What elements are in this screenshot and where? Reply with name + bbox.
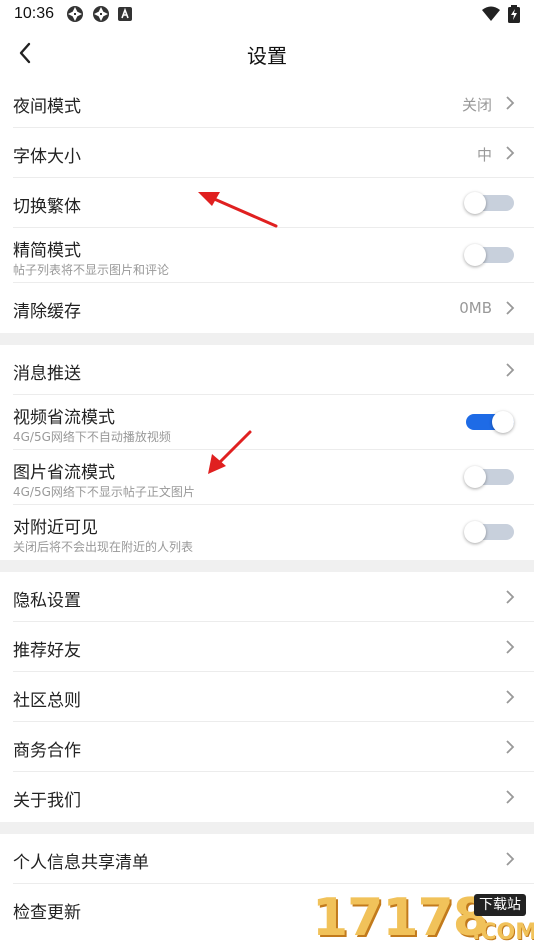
lite-mode-toggle[interactable]	[464, 244, 514, 266]
watermark-domain: .COM	[472, 920, 534, 945]
watermark-number: 17178	[312, 888, 489, 948]
chevron-right-icon	[506, 301, 515, 315]
video-data-saver-toggle[interactable]	[464, 411, 514, 433]
row-label: 对附近可见	[13, 518, 98, 538]
row-label: 关于我们	[13, 791, 81, 811]
clear-cache-row[interactable]: 清除缓存 0MB	[13, 283, 534, 333]
row-label: 商务合作	[13, 741, 81, 761]
row-label: 夜间模式	[13, 97, 81, 117]
watermark-tag: 下载站	[474, 894, 526, 916]
row-label: 个人信息共享清单	[13, 853, 149, 873]
watermark-logo: 17178 下载站 .COM	[306, 886, 534, 950]
row-label: 字体大小	[13, 147, 81, 167]
image-data-saver-toggle[interactable]	[464, 466, 514, 488]
row-label: 视频省流模式	[13, 408, 115, 428]
row-subtitle: 帖子列表将不显示图片和评论	[13, 263, 170, 277]
row-subtitle: 4G/5G网络下不显示帖子正文图片	[13, 485, 195, 499]
system-icons	[482, 5, 520, 23]
community-rules-row[interactable]: 社区总则	[13, 672, 534, 722]
image-data-saver-row: 图片省流模式 4G/5G网络下不显示帖子正文图片	[13, 450, 534, 505]
night-mode-row[interactable]: 夜间模式 关闭	[13, 78, 534, 128]
personal-info-sharing-row[interactable]: 个人信息共享清单	[13, 834, 534, 884]
aperture-icon	[93, 6, 110, 22]
nav-bar: 设置	[0, 28, 534, 78]
row-label: 推荐好友	[13, 641, 81, 661]
chevron-right-icon	[506, 363, 515, 377]
chevron-right-icon	[506, 640, 515, 654]
font-size-row[interactable]: 字体大小 中	[13, 128, 534, 178]
about-us-row[interactable]: 关于我们	[13, 772, 534, 822]
aperture-icon	[67, 6, 84, 22]
app-a-icon	[118, 7, 133, 21]
status-time: 10:36	[14, 5, 55, 22]
row-value: 中	[476, 146, 492, 164]
chevron-right-icon	[506, 96, 515, 110]
settings-list: 夜间模式 关闭 字体大小 中 切换繁体 精简模式 帖子列表将不显示图片和评论 清…	[0, 78, 534, 934]
row-label: 图片省流模式	[13, 463, 115, 483]
row-label: 社区总则	[13, 691, 81, 711]
nearby-visible-row: 对附近可见 关闭后将不会出现在附近的人列表	[13, 505, 534, 560]
chevron-right-icon	[506, 740, 515, 754]
page-title: 设置	[247, 44, 287, 68]
video-data-saver-row: 视频省流模式 4G/5G网络下不自动播放视频	[13, 395, 534, 450]
lite-mode-row: 精简模式 帖子列表将不显示图片和评论	[13, 228, 534, 283]
row-label: 清除缓存	[13, 302, 81, 322]
notification-icons	[66, 5, 133, 23]
battery-charging-icon	[508, 5, 520, 23]
business-cooperation-row[interactable]: 商务合作	[13, 722, 534, 772]
status-bar: 10:36	[0, 0, 534, 28]
traditional-chinese-toggle[interactable]	[464, 192, 514, 214]
row-label: 检查更新	[13, 903, 81, 923]
row-label: 消息推送	[13, 364, 81, 384]
chevron-right-icon	[506, 146, 515, 160]
recommend-friends-row[interactable]: 推荐好友	[13, 622, 534, 672]
privacy-settings-row[interactable]: 隐私设置	[13, 572, 534, 622]
chevron-right-icon	[506, 690, 515, 704]
row-value: 关闭	[461, 96, 492, 114]
chevron-right-icon	[506, 790, 515, 804]
chevron-right-icon	[506, 590, 515, 604]
row-label: 精简模式	[13, 241, 81, 261]
row-value: 0MB	[459, 299, 492, 317]
row-label: 切换繁体	[13, 197, 81, 217]
push-notification-row[interactable]: 消息推送	[13, 345, 534, 395]
wifi-icon	[482, 6, 500, 21]
section-divider	[0, 333, 534, 345]
chevron-right-icon	[506, 852, 515, 866]
traditional-chinese-row: 切换繁体	[13, 178, 534, 228]
section-divider	[0, 560, 534, 572]
row-subtitle: 关闭后将不会出现在附近的人列表	[13, 540, 194, 554]
row-subtitle: 4G/5G网络下不自动播放视频	[13, 430, 171, 444]
nearby-visible-toggle[interactable]	[464, 521, 514, 543]
row-label: 隐私设置	[13, 591, 81, 611]
section-divider	[0, 822, 534, 834]
